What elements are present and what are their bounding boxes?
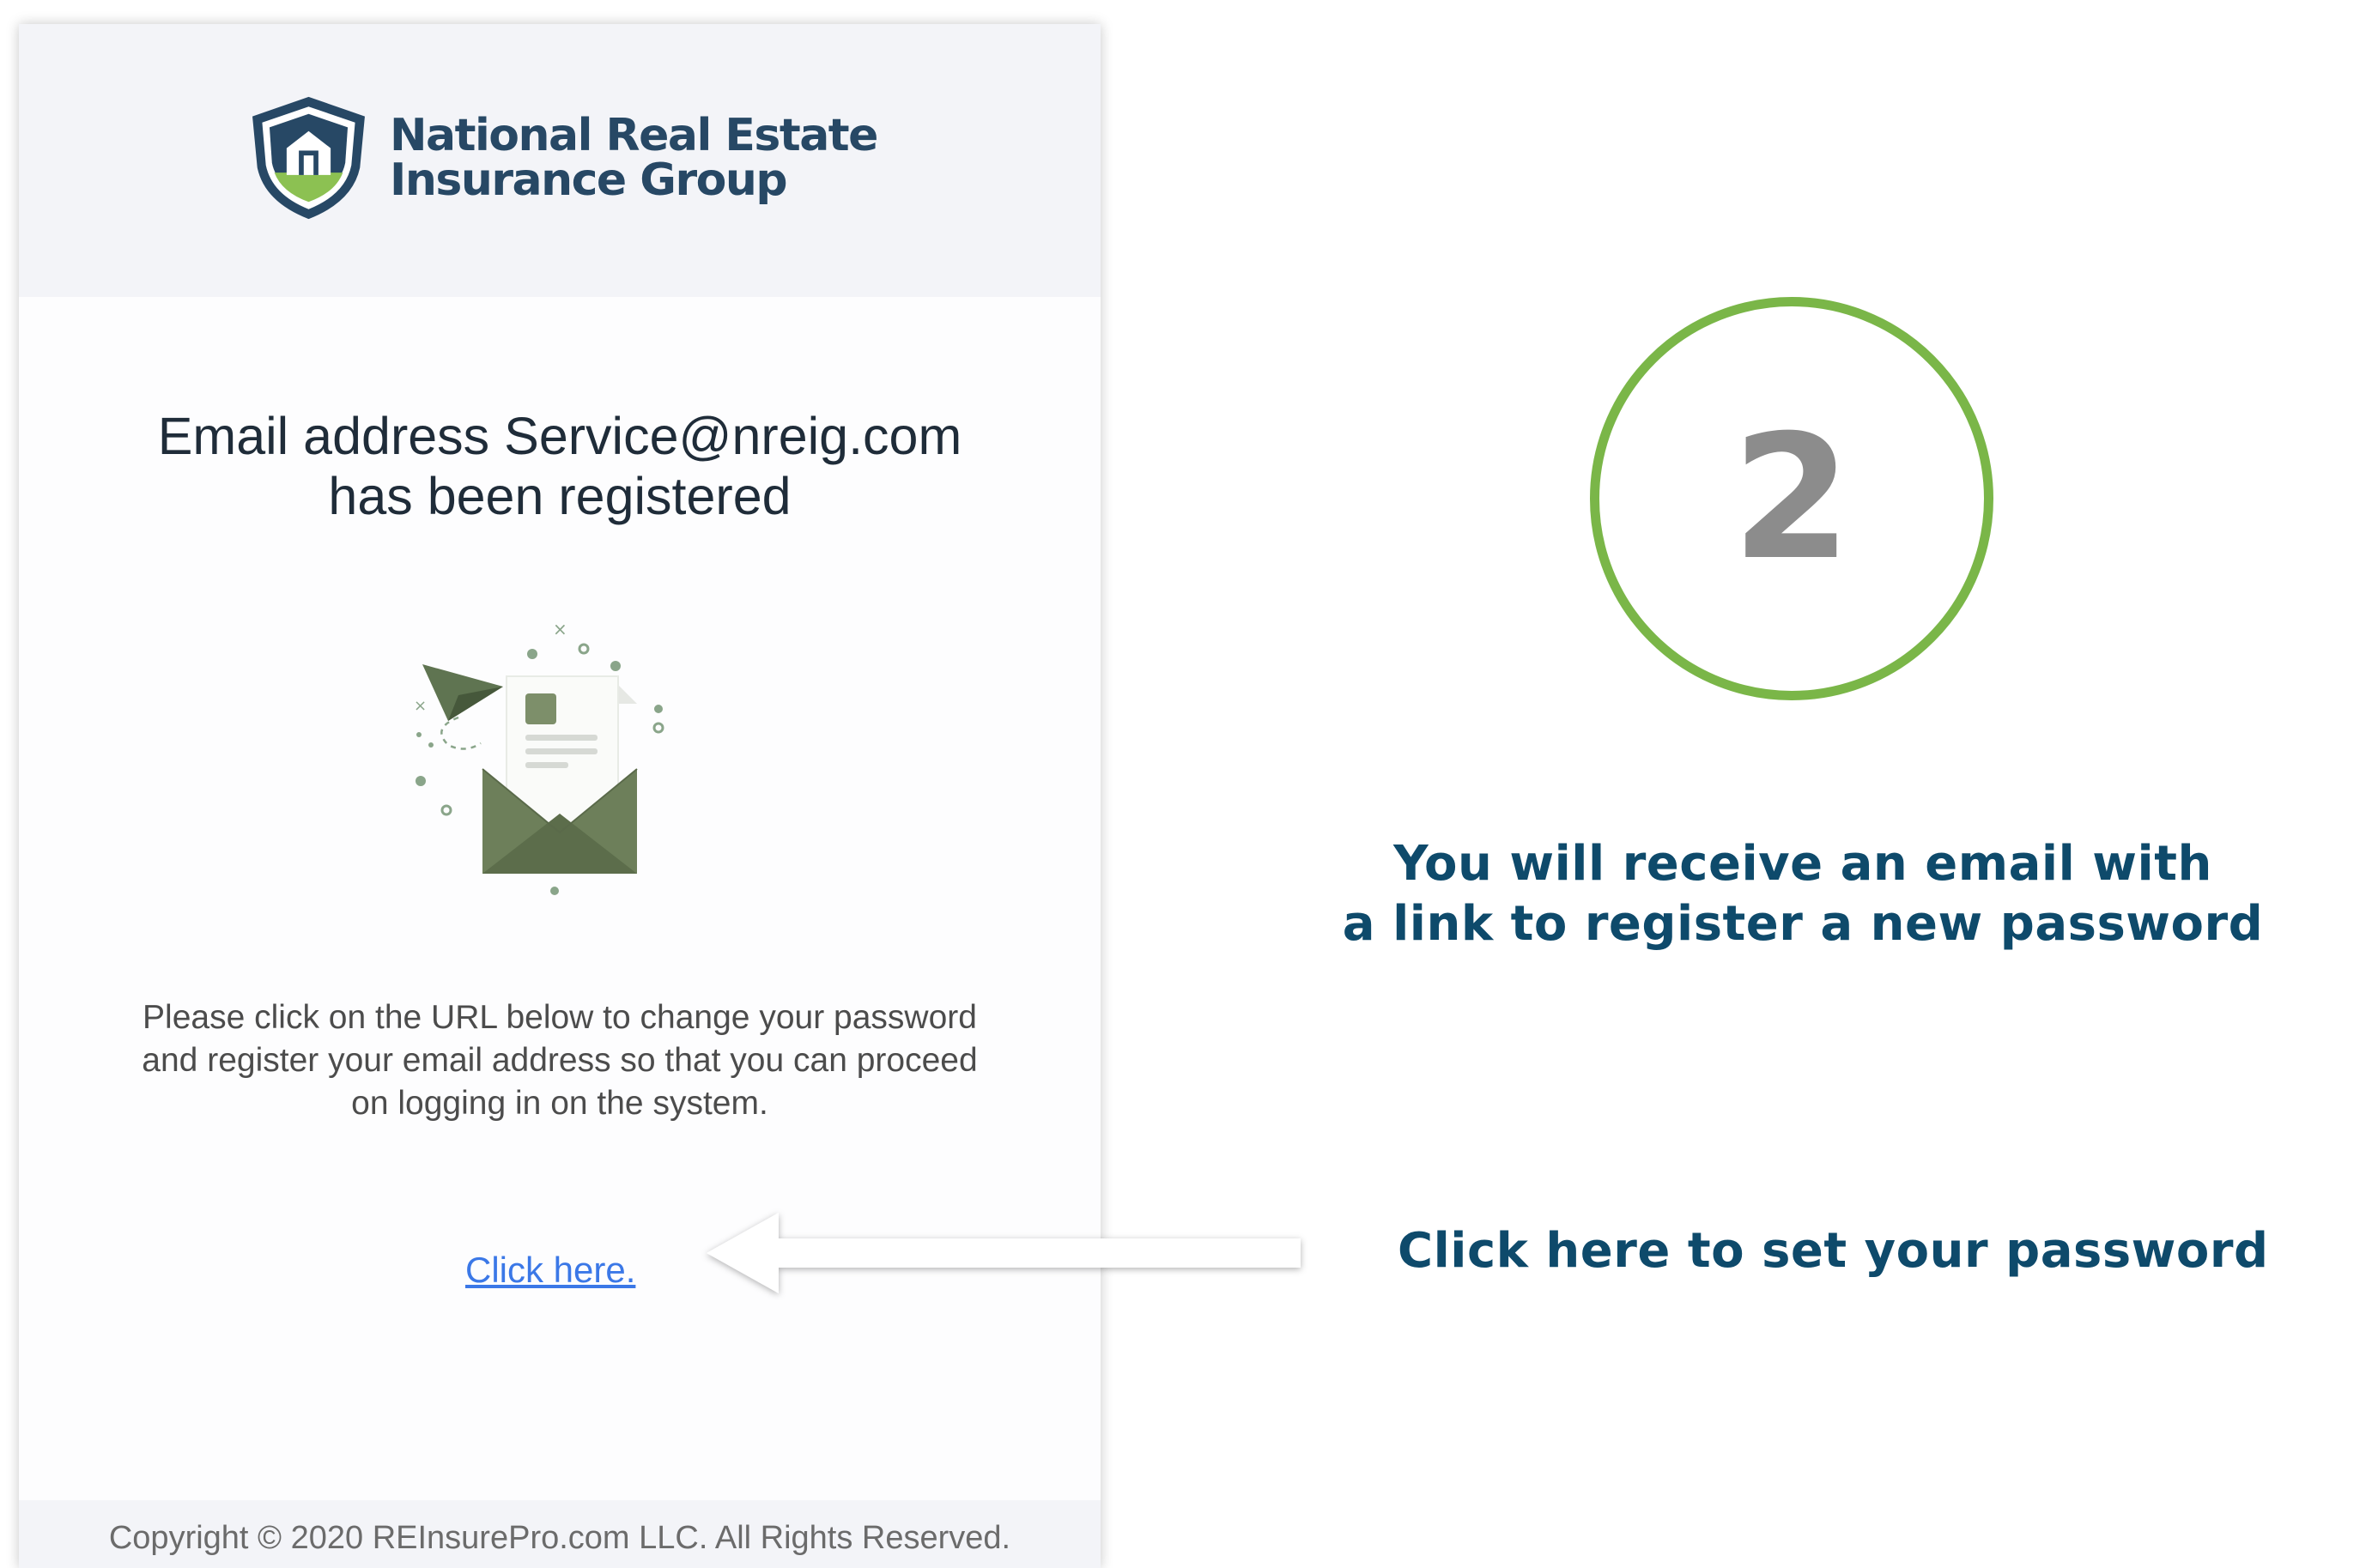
- step-description: You will receive an email with a link to…: [1288, 834, 2318, 954]
- logo-line-1: National Real Estate: [390, 110, 878, 161]
- registration-heading-line-1: Email address Service@nreig.com: [157, 407, 962, 465]
- step-description-line-1: You will receive an email with: [1393, 836, 2212, 892]
- instructions-line-2: and register your email address so that …: [142, 1042, 978, 1079]
- shield-house-icon: [252, 96, 365, 220]
- instructions-line-1: Please click on the URL below to change …: [143, 999, 977, 1036]
- step-number: 2: [1732, 398, 1852, 598]
- instructions-text: Please click on the URL below to change …: [19, 996, 1101, 1125]
- company-logo: National Real Estate Insurance Group: [246, 94, 878, 221]
- left-arrow-icon: [707, 1213, 1301, 1293]
- step-description-line-2: a link to register a new password: [1342, 896, 2264, 952]
- set-password-link[interactable]: Click here.: [465, 1250, 635, 1291]
- registration-heading: Email address Service@nreig.com has been…: [19, 406, 1101, 526]
- email-preview: National Real Estate Insurance Group Ema…: [19, 24, 1101, 1568]
- logo-line-2: Insurance Group: [390, 154, 788, 206]
- copyright-text: Copyright © 2020 REInsurePro.com LLC. Al…: [108, 1520, 1011, 1556]
- tutorial-stage: National Real Estate Insurance Group Ema…: [0, 0, 2372, 1568]
- svg-text:×: ×: [414, 697, 427, 715]
- svg-text:×: ×: [553, 625, 567, 639]
- registration-heading-line-2: has been registered: [328, 467, 792, 525]
- step-number-badge: 2: [1590, 297, 1993, 700]
- logo-wordmark: National Real Estate Insurance Group: [390, 110, 878, 206]
- call-to-action-text: Click here to set your password: [1398, 1223, 2269, 1279]
- envelope-paper-plane-illustration: × × ×: [414, 625, 664, 895]
- instructions-line-3: on logging in on the system.: [351, 1085, 768, 1122]
